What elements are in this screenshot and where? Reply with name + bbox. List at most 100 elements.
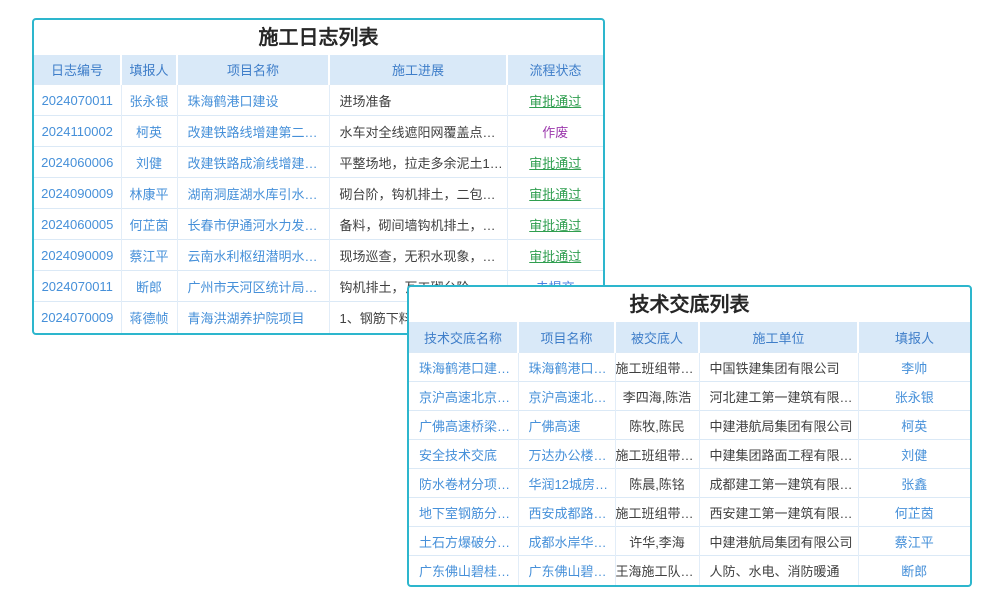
- reporter-link[interactable]: 刘健: [858, 440, 970, 469]
- reporter-link[interactable]: 柯英: [121, 116, 177, 147]
- progress-text: 现场巡查，无积水现象，水马...: [329, 240, 507, 271]
- progress-text: 砌台阶，钩机排土，二包砌间...: [329, 178, 507, 209]
- table-row: 2024060005何芷茵长春市伊通河水力发电厂...备料，砌间墙钩机排土，瓦工…: [34, 209, 603, 240]
- reporter-link[interactable]: 断郎: [858, 556, 970, 585]
- table-row: 2024090009林康平湖南洞庭湖水库引水工程...砌台阶，钩机排土，二包砌间…: [34, 178, 603, 209]
- progress-text: 水车对全线遮阳网覆盖点进行...: [329, 116, 507, 147]
- log-id-link[interactable]: 2024090009: [34, 178, 121, 209]
- disclosure-name-link[interactable]: 土石方爆破分项工程...: [409, 527, 518, 556]
- column-header-project-name: 项目名称: [177, 55, 329, 85]
- disclosure-name-link[interactable]: 广佛高速桥梁承台施...: [409, 411, 518, 440]
- column-header-reporter: 填报人: [121, 55, 177, 85]
- table-row: 2024070011张永银珠海鹤港口建设进场准备审批通过: [34, 85, 603, 116]
- tech-disclosure-panel: 技术交底列表 技术交底名称 项目名称 被交底人 施工单位 填报人 珠海鹤港口建设…: [407, 285, 972, 587]
- project-name-link[interactable]: 广佛高速: [518, 411, 615, 440]
- disclosure-name-link[interactable]: 广东佛山碧桂园项目...: [409, 556, 518, 585]
- log-id-link[interactable]: 2024060005: [34, 209, 121, 240]
- status-link[interactable]: 作废: [507, 116, 603, 147]
- project-name-link[interactable]: 长春市伊通河水力发电厂...: [177, 209, 329, 240]
- receiver-text: 陈晨,陈铭: [615, 469, 699, 498]
- tech-disclosure-table: 技术交底名称 项目名称 被交底人 施工单位 填报人 珠海鹤港口建设抗浮...珠海…: [409, 322, 970, 585]
- project-name-link[interactable]: 华润12城房建工...: [518, 469, 615, 498]
- project-name-link[interactable]: 青海洪湖养护院项目: [177, 302, 329, 333]
- disclosure-name-link[interactable]: 珠海鹤港口建设抗浮...: [409, 353, 518, 382]
- column-header-progress: 施工进展: [329, 55, 507, 85]
- receiver-text: 施工班组带班...: [615, 353, 699, 382]
- table-row: 2024110002柯英改建铁路线增建第二线直...水车对全线遮阳网覆盖点进行.…: [34, 116, 603, 147]
- project-name-link[interactable]: 珠海鹤港口建设: [518, 353, 615, 382]
- reporter-link[interactable]: 林康平: [121, 178, 177, 209]
- project-name-link[interactable]: 万达办公楼左侧A...: [518, 440, 615, 469]
- project-name-link[interactable]: 湖南洞庭湖水库引水工程...: [177, 178, 329, 209]
- tech-disclosure-title: 技术交底列表: [409, 287, 970, 322]
- header-row: 日志编号 填报人 项目名称 施工进展 流程状态: [34, 55, 603, 85]
- progress-text: 进场准备: [329, 85, 507, 116]
- log-id-link[interactable]: 2024060006: [34, 147, 121, 178]
- column-header-construction-unit: 施工单位: [699, 322, 858, 353]
- reporter-link[interactable]: 李帅: [858, 353, 970, 382]
- project-name-link[interactable]: 云南水利枢纽潜明水库一...: [177, 240, 329, 271]
- status-link[interactable]: 审批通过: [507, 240, 603, 271]
- receiver-text: 许华,李海: [615, 527, 699, 556]
- table-row: 防水卷材分项工程施...华润12城房建工...陈晨,陈铭成都建工第一建筑有限责任…: [409, 469, 970, 498]
- project-name-link[interactable]: 京沪高速北京段维修: [518, 382, 615, 411]
- column-header-reporter: 填报人: [858, 322, 970, 353]
- table-row: 地下室钢筋分项工程...西安成都路龙湖上...施工班组带班...西安建工第一建筑…: [409, 498, 970, 527]
- construction-unit-text: 中建港航局集团有限公司: [699, 411, 858, 440]
- reporter-link[interactable]: 断郎: [121, 271, 177, 302]
- reporter-link[interactable]: 张永银: [858, 382, 970, 411]
- table-row: 广佛高速桥梁承台施...广佛高速陈牧,陈民中建港航局集团有限公司柯英: [409, 411, 970, 440]
- receiver-text: 施工班组带班...: [615, 440, 699, 469]
- reporter-link[interactable]: 蒋德帧: [121, 302, 177, 333]
- project-name-link[interactable]: 成都水岸华庭名苑...: [518, 527, 615, 556]
- column-header-log-id: 日志编号: [34, 55, 121, 85]
- table-row: 安全技术交底万达办公楼左侧A...施工班组带班...中建集团路面工程有限公司刘健: [409, 440, 970, 469]
- table-row: 2024060006刘健改建铁路成渝线增建第二...平整场地，拉走多余泥土15辆…: [34, 147, 603, 178]
- progress-text: 备料，砌间墙钩机排土，瓦工...: [329, 209, 507, 240]
- construction-log-title: 施工日志列表: [34, 20, 603, 55]
- project-name-link[interactable]: 改建铁路成渝线增建第二...: [177, 147, 329, 178]
- construction-unit-text: 中国铁建集团有限公司: [699, 353, 858, 382]
- progress-text: 平整场地，拉走多余泥土15辆...: [329, 147, 507, 178]
- log-id-link[interactable]: 2024070011: [34, 271, 121, 302]
- status-link[interactable]: 审批通过: [507, 147, 603, 178]
- reporter-link[interactable]: 蔡江平: [858, 527, 970, 556]
- disclosure-name-link[interactable]: 安全技术交底: [409, 440, 518, 469]
- project-name-link[interactable]: 西安成都路龙湖上...: [518, 498, 615, 527]
- log-id-link[interactable]: 2024090009: [34, 240, 121, 271]
- disclosure-name-link[interactable]: 京沪高速北京段维修...: [409, 382, 518, 411]
- receiver-text: 王海施工队全队: [615, 556, 699, 585]
- project-name-link[interactable]: 改建铁路线增建第二线直...: [177, 116, 329, 147]
- status-link[interactable]: 审批通过: [507, 178, 603, 209]
- reporter-link[interactable]: 蔡江平: [121, 240, 177, 271]
- construction-unit-text: 西安建工第一建筑有限责任公司: [699, 498, 858, 527]
- reporter-link[interactable]: 刘健: [121, 147, 177, 178]
- construction-unit-text: 中建港航局集团有限公司: [699, 527, 858, 556]
- header-row: 技术交底名称 项目名称 被交底人 施工单位 填报人: [409, 322, 970, 353]
- table-row: 珠海鹤港口建设抗浮...珠海鹤港口建设施工班组带班...中国铁建集团有限公司李帅: [409, 353, 970, 382]
- reporter-link[interactable]: 何芷茵: [121, 209, 177, 240]
- log-id-link[interactable]: 2024110002: [34, 116, 121, 147]
- receiver-text: 施工班组带班...: [615, 498, 699, 527]
- reporter-link[interactable]: 张鑫: [858, 469, 970, 498]
- reporter-link[interactable]: 何芷茵: [858, 498, 970, 527]
- status-link[interactable]: 审批通过: [507, 209, 603, 240]
- construction-unit-text: 中建集团路面工程有限公司: [699, 440, 858, 469]
- status-link[interactable]: 审批通过: [507, 85, 603, 116]
- reporter-link[interactable]: 柯英: [858, 411, 970, 440]
- table-row: 2024090009蔡江平云南水利枢纽潜明水库一...现场巡查，无积水现象，水马…: [34, 240, 603, 271]
- reporter-link[interactable]: 张永银: [121, 85, 177, 116]
- column-header-status: 流程状态: [507, 55, 603, 85]
- log-id-link[interactable]: 2024070009: [34, 302, 121, 333]
- project-name-link[interactable]: 广州市天河区统计局机房...: [177, 271, 329, 302]
- disclosure-name-link[interactable]: 地下室钢筋分项工程...: [409, 498, 518, 527]
- project-name-link[interactable]: 珠海鹤港口建设: [177, 85, 329, 116]
- table-row: 京沪高速北京段维修...京沪高速北京段维修李四海,陈浩河北建工第一建筑有限责任公…: [409, 382, 970, 411]
- log-id-link[interactable]: 2024070011: [34, 85, 121, 116]
- column-header-disclosure-name: 技术交底名称: [409, 322, 518, 353]
- column-header-receiver: 被交底人: [615, 322, 699, 353]
- disclosure-name-link[interactable]: 防水卷材分项工程施...: [409, 469, 518, 498]
- project-name-link[interactable]: 广东佛山碧桂园项目: [518, 556, 615, 585]
- table-row: 土石方爆破分项工程...成都水岸华庭名苑...许华,李海中建港航局集团有限公司蔡…: [409, 527, 970, 556]
- construction-unit-text: 人防、水电、消防暖通: [699, 556, 858, 585]
